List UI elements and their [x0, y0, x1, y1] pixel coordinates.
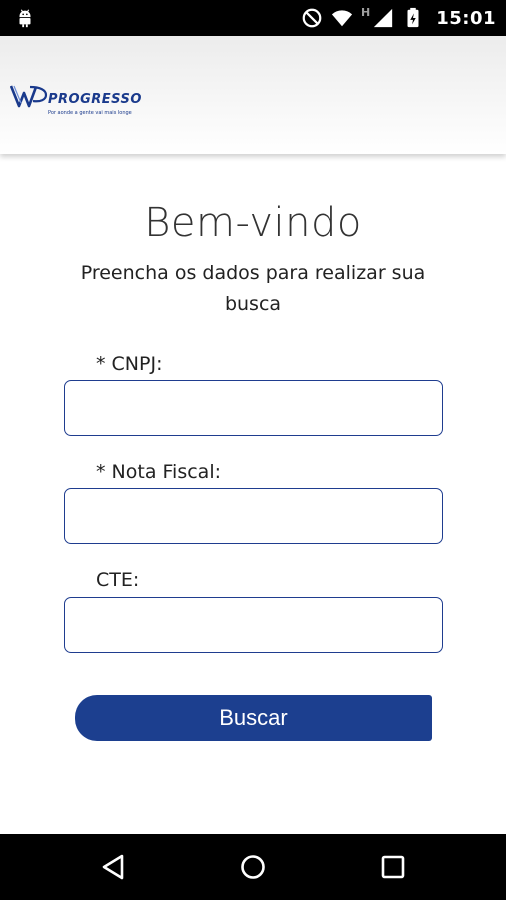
- app-header: PROGRESSO Por aonde a gente vai mais lon…: [0, 36, 506, 154]
- network-type-badge: H: [360, 5, 371, 19]
- battery-charging-icon: [407, 7, 419, 28]
- do-not-disturb-icon: [302, 8, 322, 28]
- cte-label: CTE:: [96, 569, 140, 591]
- cell-signal-icon: [374, 8, 393, 28]
- logo-mark-icon: [10, 85, 48, 108]
- progresso-logo: PROGRESSO Por aonde a gente vai mais lon…: [10, 84, 160, 120]
- app-screen: H 15:01 PROGRESSO Por aonde a gente vai …: [0, 0, 506, 900]
- logo-tagline: Por aonde a gente vai mais longe: [48, 110, 132, 116]
- cnpj-input[interactable]: [64, 380, 443, 436]
- cte-input[interactable]: [64, 597, 443, 653]
- search-button[interactable]: Buscar: [75, 695, 432, 741]
- logo-name: PROGRESSO: [48, 92, 142, 107]
- page-title: Bem-vindo: [144, 200, 362, 246]
- recents-icon[interactable]: [378, 852, 408, 882]
- status-time: 15:01: [436, 7, 496, 29]
- page-subtitle: Preencha os dados para realizar sua busc…: [80, 262, 426, 315]
- status-bar: H 15:01: [0, 0, 506, 36]
- back-icon[interactable]: [98, 852, 128, 882]
- nota-fiscal-label: * Nota Fiscal:: [96, 461, 222, 483]
- home-icon[interactable]: [238, 852, 268, 882]
- nota-fiscal-input[interactable]: [64, 488, 443, 544]
- navigation-bar: [0, 834, 506, 900]
- wifi-icon: [331, 10, 353, 27]
- status-icons: H 15:01: [301, 0, 496, 36]
- android-icon: [19, 9, 31, 28]
- cnpj-label: * CNPJ:: [96, 353, 163, 375]
